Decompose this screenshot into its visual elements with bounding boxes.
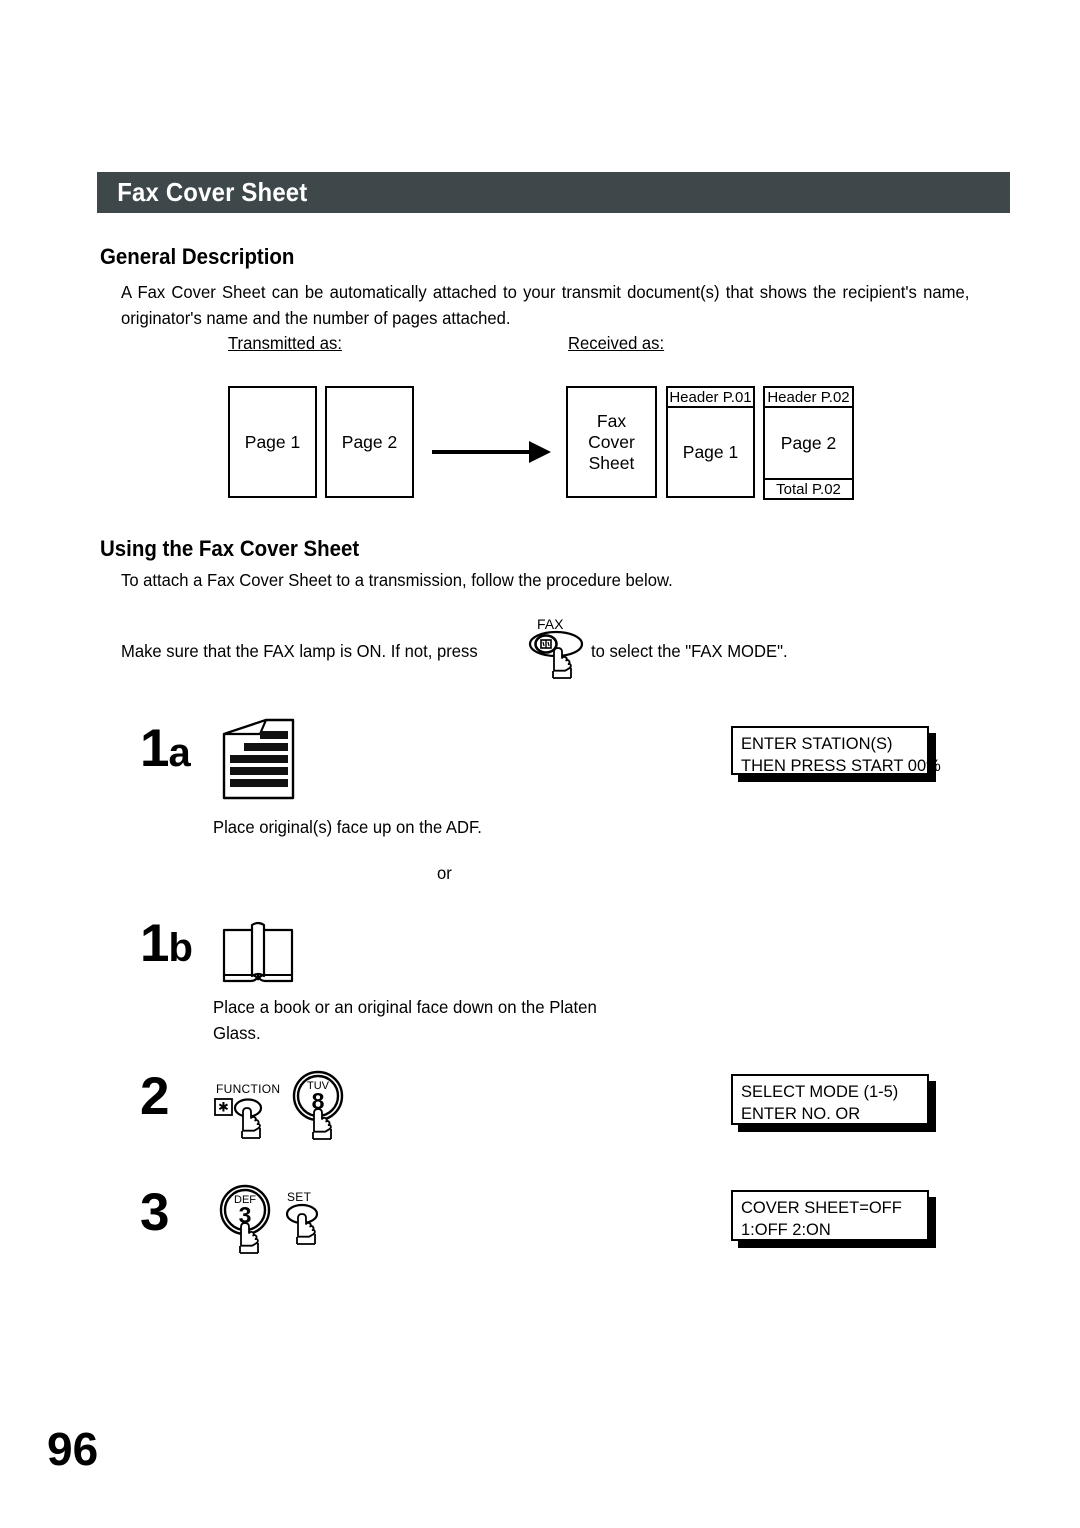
step-number-2: 2	[140, 1067, 170, 1126]
step-1b-caption: Place a book or an original face down on…	[213, 997, 597, 1043]
received-as-label: Received as:	[568, 333, 665, 353]
lcd-line: 1:OFF 2:ON	[741, 1220, 831, 1239]
page-title: Fax Cover Sheet	[117, 177, 308, 207]
set-key-illustration[interactable]: SET	[278, 1190, 342, 1265]
cover-line: Fax	[596, 410, 627, 431]
fax-lamp-text-after: to select the "FAX MODE".	[591, 641, 788, 661]
set-key-label: SET	[287, 1190, 312, 1204]
section-title-bar: Fax Cover Sheet	[97, 172, 1010, 213]
cover-sheet-lines: Fax Cover Sheet	[588, 411, 635, 474]
lcd-line: ENTER STATION(S)	[741, 734, 893, 753]
received-page-box: Page 1	[666, 406, 755, 498]
lcd-line: ENTER NO. OR	[741, 1104, 861, 1123]
open-book-icon	[218, 912, 298, 995]
svg-text:✱: ✱	[218, 1100, 229, 1115]
page-number: 96	[47, 1423, 99, 1475]
function-key-illustration[interactable]: FUNCTION ✱	[214, 1082, 292, 1153]
received-page-footer: Total P.02	[763, 478, 854, 500]
lcd-line: SELECT MODE (1-5)	[741, 1082, 899, 1101]
fax-lamp-text-before: Make sure that the FAX lamp is ON. If no…	[121, 641, 478, 661]
fax-key-illustration[interactable]: FAX	[528, 616, 590, 680]
step-number-3: 3	[140, 1183, 170, 1242]
received-page-header: Header P.02	[763, 386, 854, 408]
step-number-digit: 2	[140, 1067, 170, 1126]
lcd-line: COVER SHEET=OFF	[741, 1198, 902, 1217]
heading-using-fax-cover-sheet: Using the Fax Cover Sheet	[100, 536, 360, 561]
fax-key-label: FAX	[537, 616, 564, 632]
step-number-digit: 1	[140, 914, 170, 973]
step-1a-caption: Place original(s) face up on the ADF.	[213, 817, 482, 837]
step-number-suffix: a	[168, 731, 190, 775]
numeric-key-3-illustration[interactable]: DEF 3	[215, 1183, 287, 1268]
flow-arrow-shaft	[432, 450, 532, 454]
lcd-display-step-2: SELECT MODE (1-5) ENTER NO. OR	[731, 1074, 929, 1125]
step-number-digit: 3	[140, 1183, 170, 1242]
cover-line: Cover	[588, 431, 635, 452]
step-number-1b: 1b	[140, 914, 193, 973]
step-number-digit: 1	[140, 719, 170, 778]
step-number-1a: 1a	[140, 719, 191, 778]
or-separator-text: or	[437, 863, 452, 883]
step-number-suffix: b	[168, 926, 192, 970]
lcd-display-step-3: COVER SHEET=OFF 1:OFF 2:ON	[731, 1190, 929, 1241]
received-cover-sheet-box: Fax Cover Sheet	[566, 386, 657, 498]
document-page: Fax Cover Sheet General Description A Fa…	[0, 0, 1080, 1528]
numeric-key-3-icon: DEF 3	[219, 1184, 271, 1254]
document-stack-icon	[214, 718, 300, 809]
transmitted-as-label: Transmitted as:	[228, 333, 342, 353]
using-intro-text: To attach a Fax Cover Sheet to a transmi…	[121, 570, 673, 590]
received-page-box: Page 2	[763, 406, 854, 480]
heading-general-description: General Description	[100, 244, 295, 269]
lcd-display-step-1a: ENTER STATION(S) THEN PRESS START 00%	[731, 726, 941, 775]
function-key-label: FUNCTION	[216, 1082, 281, 1096]
received-page-header: Header P.01	[666, 386, 755, 408]
flow-arrow-head	[529, 441, 551, 463]
numeric-key-8-illustration[interactable]: TUV 8	[288, 1069, 360, 1154]
lcd-line: THEN PRESS START 00%	[741, 756, 941, 775]
transmitted-page-box: Page 1	[228, 386, 317, 498]
numeric-key-8-icon: TUV 8	[292, 1070, 344, 1140]
transmitted-page-box: Page 2	[325, 386, 414, 498]
general-description-paragraph: A Fax Cover Sheet can be automatically a…	[121, 282, 970, 328]
cover-line: Sheet	[588, 452, 635, 473]
